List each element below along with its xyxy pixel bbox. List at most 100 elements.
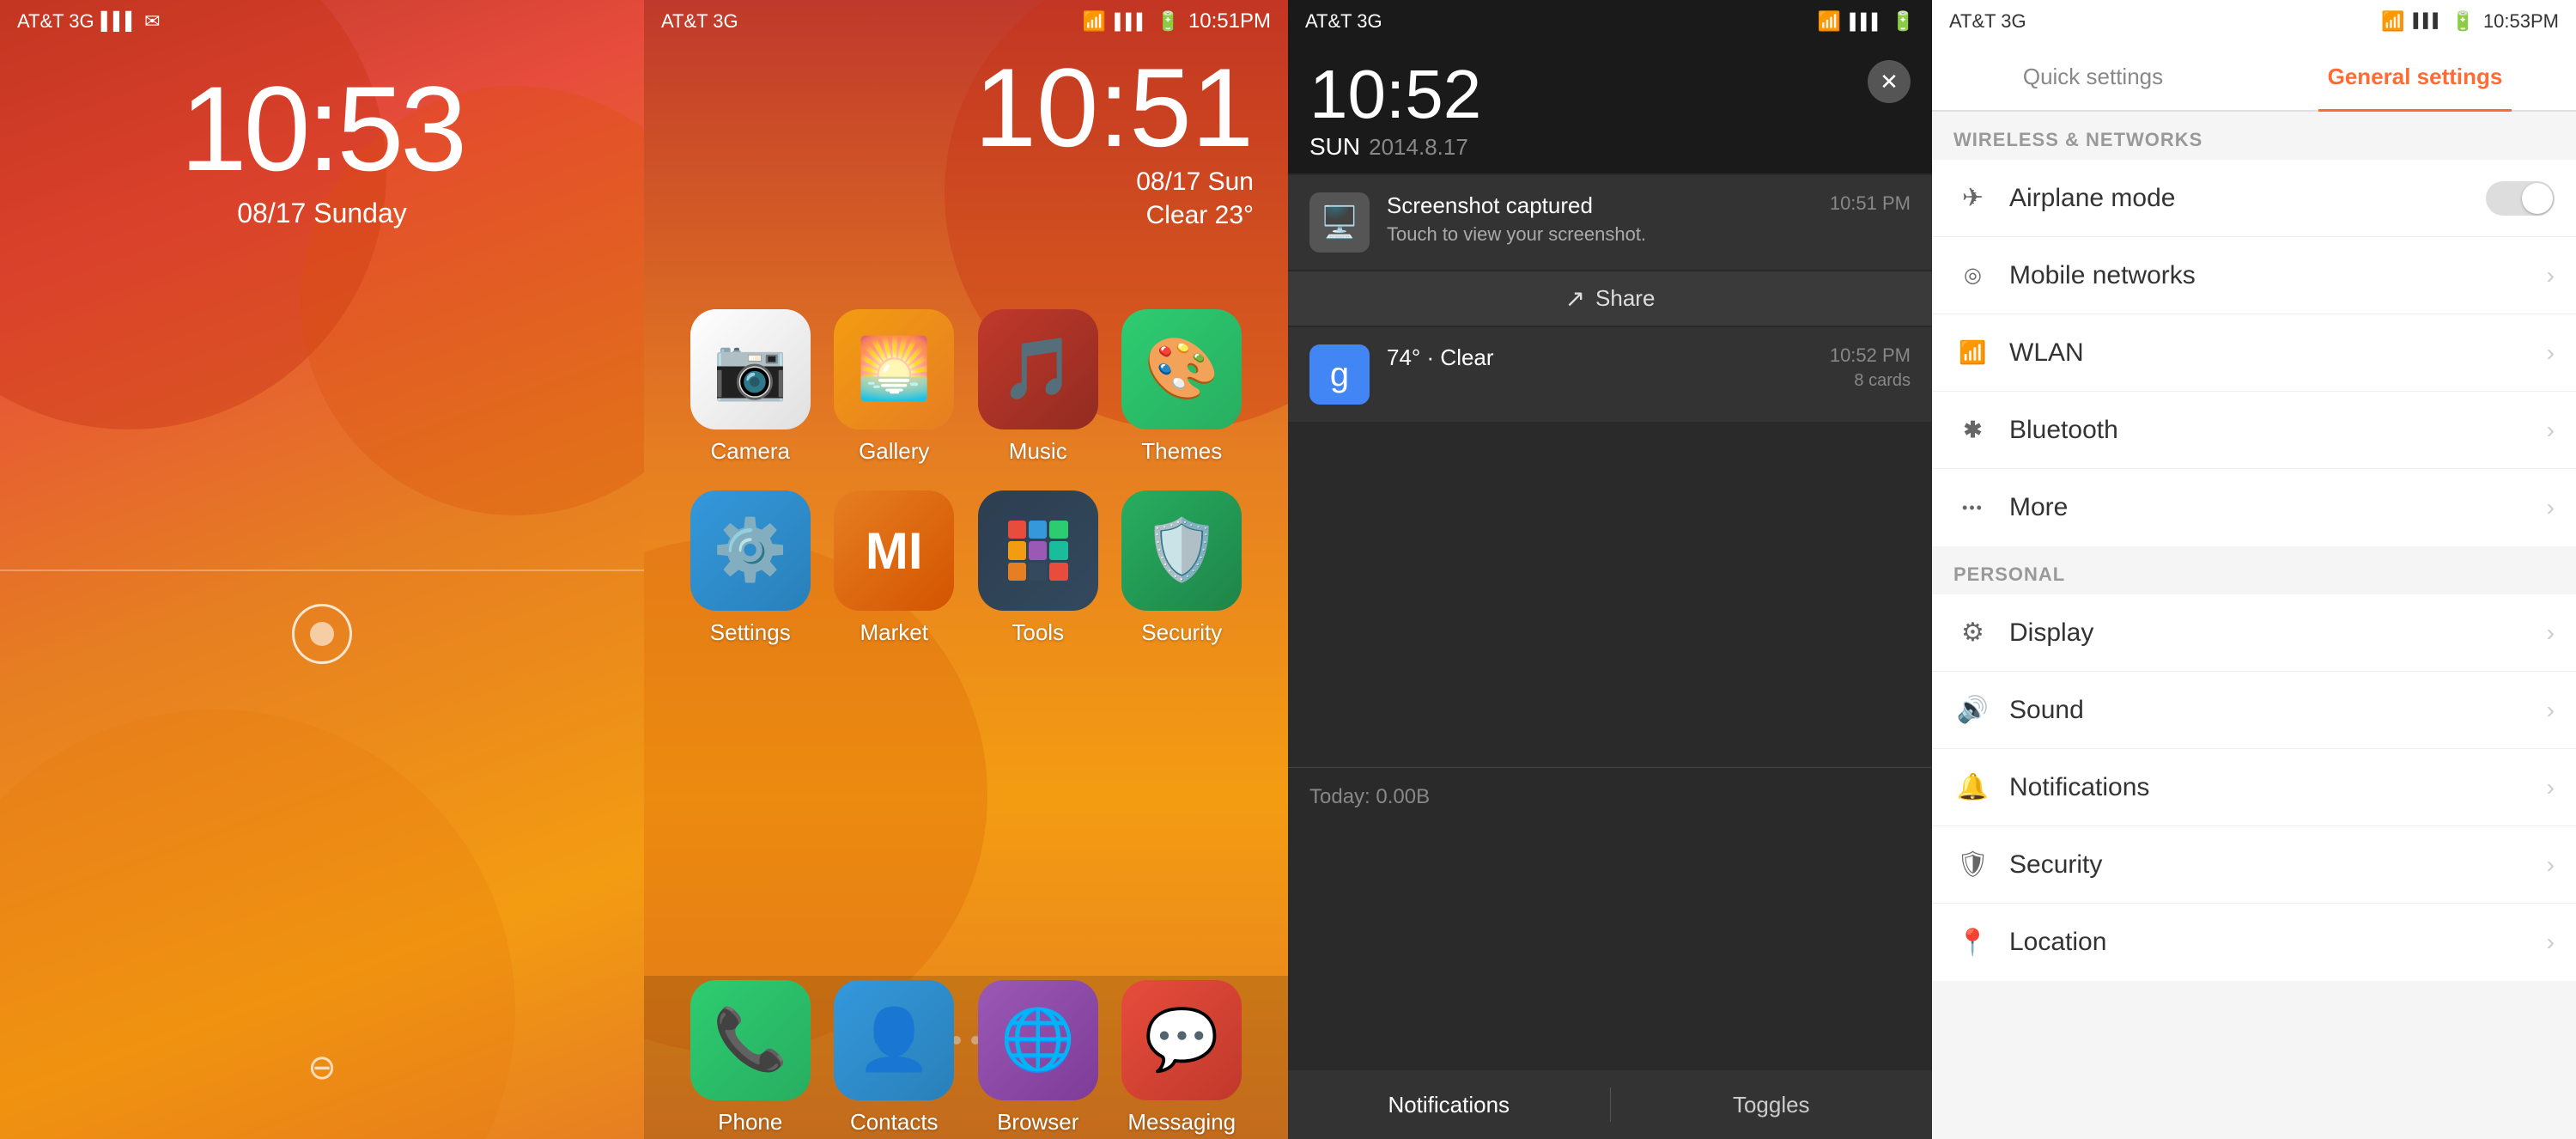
app-tools-label: Tools [1012,619,1064,646]
security-icon: 🛡 [1953,850,1992,880]
lockscreen-camera-shortcut[interactable]: ⊖ [307,1048,337,1087]
app-camera[interactable]: 📷 Camera [682,309,819,465]
app-contacts[interactable]: 👤 Contacts [825,980,963,1136]
homescreen-clock-date: 08/17 Sun [644,168,1254,197]
mobile-networks-label: Mobile networks [2009,261,2547,290]
app-tools[interactable]: Tools [969,490,1107,646]
apps-row-1: 📷 Camera 🌅 Gallery 🎵 Music 🎨 [678,309,1254,465]
homescreen-status-bar: AT&T 3G 📶 ▌▌▌ 🔋 10:51PM [644,0,1288,43]
app-gallery[interactable]: 🌅 Gallery [825,309,963,465]
app-settings[interactable]: ⚙️ Settings [682,490,819,646]
app-browser-icon: 🌐 [978,980,1098,1100]
notification-status-icons: 📶 ▌▌▌ 🔋 [1818,10,1915,33]
security-label: Security [2009,850,2547,880]
app-themes-label: Themes [1141,438,1222,465]
screenshot-notif-body: Touch to view your screenshot. [1387,223,1813,246]
bluetooth-item[interactable]: ✱ Bluetooth › [1932,392,2576,469]
battery-icon: 🔋 [1157,10,1180,33]
security-chevron: › [2547,851,2555,879]
app-music-label: Music [1009,438,1067,465]
app-messaging-icon: 💬 [1121,980,1242,1100]
app-phone[interactable]: 📞 Phone [682,980,819,1136]
screenshot-notif-content: Screenshot captured Touch to view your s… [1387,192,1813,246]
settings-signal-icon: ▌▌▌ [2414,14,2443,29]
bluetooth-chevron: › [2547,417,2555,444]
app-market-label: Market [860,619,928,646]
app-music[interactable]: 🎵 Music [969,309,1107,465]
homescreen-clock: 10:51 08/17 Sun Clear 23° [644,52,1288,230]
screenshot-notification[interactable]: 🖥️ Screenshot captured Touch to view you… [1288,175,1932,270]
signal-bars-icon: ▌▌▌ [1115,13,1147,31]
wlan-label: WLAN [2009,338,2547,368]
notifications-item[interactable]: 🔔 Notifications › [1932,749,2576,826]
app-messaging-label: Messaging [1127,1109,1236,1136]
app-phone-label: Phone [718,1109,782,1136]
homescreen-carrier: AT&T 3G [661,10,738,33]
airplane-mode-toggle[interactable] [2486,181,2555,216]
sound-chevron: › [2547,697,2555,724]
quick-settings-tab[interactable]: Quick settings [1932,43,2254,110]
notification-date: 2014.8.17 [1369,134,1468,161]
unlock-icon-inner [310,622,334,646]
homescreen-status-icons: 📶 ▌▌▌ 🔋 10:51PM [1083,9,1271,34]
app-messaging[interactable]: 💬 Messaging [1113,980,1250,1136]
security-item[interactable]: 🛡 Security › [1932,826,2576,904]
notification-day: SUN [1309,133,1360,161]
location-label: Location [2009,928,2547,957]
mobile-networks-icon: ◎ [1953,263,1992,288]
airplane-mode-icon: ✈ [1953,183,1992,213]
notification-header-left: 10:52 SUN 2014.8.17 [1309,60,1481,161]
weather-notif-content: 74° · Clear [1387,344,1813,371]
lockscreen-time: 10:53 [0,69,644,189]
share-button[interactable]: ↗ Share [1288,271,1932,326]
settings-status-bar: AT&T 3G 📶 ▌▌▌ 🔋 10:53PM [1932,0,2576,43]
settings-carrier: AT&T 3G [1949,10,2026,33]
notif-battery-icon: 🔋 [1892,10,1915,33]
more-label: More [2009,493,2547,522]
more-chevron: › [2547,494,2555,521]
lockscreen-date: 08/17 Sunday [0,198,644,229]
app-camera-icon: 📷 [690,309,811,429]
screenshot-notif-title: Screenshot captured [1387,192,1813,219]
data-usage-text: Today: 0.00B [1309,785,1430,808]
notifications-tab[interactable]: Notifications [1288,1079,1610,1131]
homescreen-weather: Clear 23° [644,201,1254,230]
weather-notification[interactable]: g 74° · Clear 10:52 PM 8 cards [1288,327,1932,422]
app-contacts-icon: 👤 [834,980,954,1100]
app-tools-icon [978,490,1098,611]
notification-close-button[interactable]: ✕ [1868,60,1911,103]
display-item[interactable]: ⚙ Display › [1932,594,2576,672]
mobile-networks-item[interactable]: ◎ Mobile networks › [1932,237,2576,314]
lockscreen-status-bar: AT&T 3G ▌▌▌ ✉ [0,0,644,43]
data-usage-bar: Today: 0.00B [1288,767,1932,826]
general-settings-tab[interactable]: General settings [2254,43,2576,110]
notifications-icon: 🔔 [1953,772,1992,802]
notification-carrier: AT&T 3G [1305,10,1382,33]
mobile-networks-chevron: › [2547,262,2555,289]
sound-item[interactable]: 🔊 Sound › [1932,672,2576,749]
sound-icon: 🔊 [1953,695,1992,725]
settings-screen: AT&T 3G 📶 ▌▌▌ 🔋 10:53PM Quick settings G… [1932,0,2576,1139]
app-themes[interactable]: 🎨 Themes [1113,309,1250,465]
app-security-icon: 🛡️ [1121,490,1242,611]
wlan-item[interactable]: 📶 WLAN › [1932,314,2576,392]
app-market[interactable]: MI Market [825,490,963,646]
location-icon: 📍 [1953,928,1992,958]
app-browser[interactable]: 🌐 Browser [969,980,1107,1136]
location-item[interactable]: 📍 Location › [1932,904,2576,981]
notification-status-bar: AT&T 3G 📶 ▌▌▌ 🔋 [1288,0,1932,43]
notification-empty-area [1288,423,1932,767]
airplane-mode-item[interactable]: ✈ Airplane mode [1932,160,2576,237]
signal-icon: ▌▌▌ [101,12,138,32]
lockscreen: AT&T 3G ▌▌▌ ✉ 10:53 08/17 Sunday ⊖ [0,0,644,1139]
app-browser-label: Browser [997,1109,1078,1136]
weather-notif-time-block: 10:52 PM 8 cards [1830,344,1911,391]
wlan-icon: 📶 [1953,339,1992,366]
app-gallery-label: Gallery [859,438,929,465]
app-security[interactable]: 🛡️ Security [1113,490,1250,646]
unlock-button[interactable] [292,604,352,664]
wireless-section-header: WIRELESS & NETWORKS [1932,112,2576,160]
more-item[interactable]: ••• More › [1932,469,2576,546]
toggles-tab[interactable]: Toggles [1611,1079,1933,1131]
display-chevron: › [2547,619,2555,647]
